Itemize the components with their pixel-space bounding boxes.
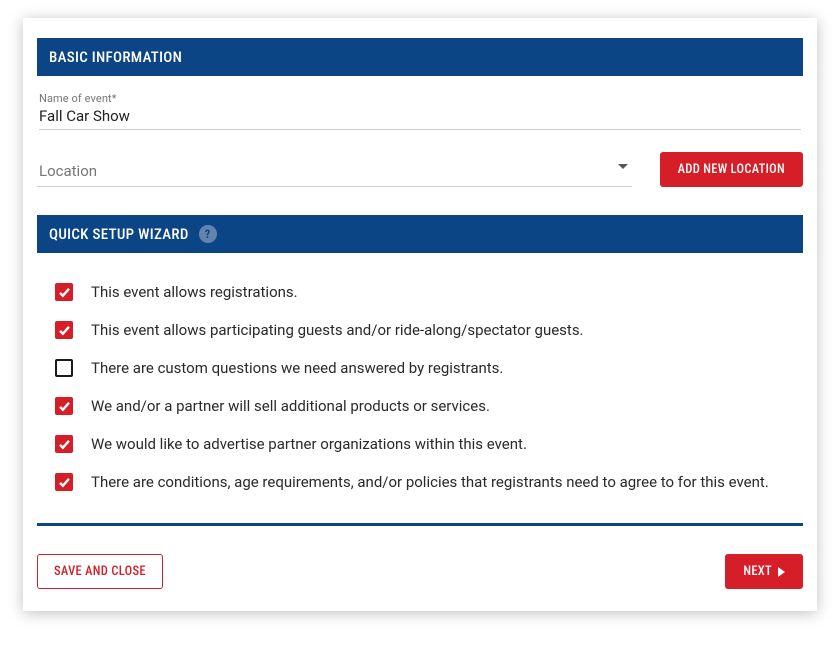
event-name-input[interactable]: [39, 105, 801, 130]
wizard-option-label: This event allows registrations.: [91, 283, 298, 301]
wizard-card: BASIC INFORMATION Name of event* Locatio…: [23, 18, 817, 611]
wizard-option-label: This event allows participating guests a…: [91, 321, 584, 339]
basic-information-header: BASIC INFORMATION: [37, 38, 803, 76]
basic-information-title: BASIC INFORMATION: [49, 48, 182, 66]
wizard-options: This event allows registrations. This eve…: [37, 253, 803, 507]
quick-setup-wizard-title: QUICK SETUP WIZARD: [49, 225, 189, 243]
wizard-option: We and/or a partner will sell additional…: [55, 387, 795, 425]
wizard-option-label: There are conditions, age requirements, …: [91, 473, 769, 491]
wizard-checkbox[interactable]: [55, 473, 73, 491]
save-and-close-button[interactable]: SAVE AND CLOSE: [37, 554, 163, 589]
action-bar: SAVE AND CLOSE NEXT: [37, 554, 803, 589]
next-button[interactable]: NEXT: [725, 554, 803, 589]
wizard-option-label: We and/or a partner will sell additional…: [91, 397, 490, 415]
wizard-option-label: There are custom questions we need answe…: [91, 359, 503, 377]
wizard-checkbox[interactable]: [55, 359, 73, 377]
wizard-checkbox[interactable]: [55, 321, 73, 339]
wizard-checkbox[interactable]: [55, 397, 73, 415]
wizard-option: There are custom questions we need answe…: [55, 349, 795, 387]
help-icon[interactable]: ?: [199, 225, 217, 243]
quick-setup-wizard-header: QUICK SETUP WIZARD ?: [37, 215, 803, 253]
wizard-checkbox[interactable]: [55, 435, 73, 453]
event-name-label: Name of event*: [39, 86, 801, 105]
location-select[interactable]: Location: [37, 158, 632, 187]
wizard-option-label: We would like to advertise partner organ…: [91, 435, 527, 453]
wizard-checkbox[interactable]: [55, 283, 73, 301]
next-button-label: NEXT: [743, 564, 772, 579]
wizard-option: This event allows registrations.: [55, 273, 795, 311]
wizard-option: There are conditions, age requirements, …: [55, 463, 795, 501]
caret-right-icon: [778, 567, 785, 577]
add-new-location-button[interactable]: ADD NEW LOCATION: [660, 152, 803, 187]
wizard-option: This event allows participating guests a…: [55, 311, 795, 349]
divider: [37, 523, 803, 526]
location-row: Location ADD NEW LOCATION: [37, 130, 803, 187]
wizard-option: We would like to advertise partner organ…: [55, 425, 795, 463]
location-select-wrap: Location: [37, 158, 632, 187]
chevron-down-icon: [618, 164, 628, 169]
event-name-field: Name of event*: [37, 76, 803, 130]
